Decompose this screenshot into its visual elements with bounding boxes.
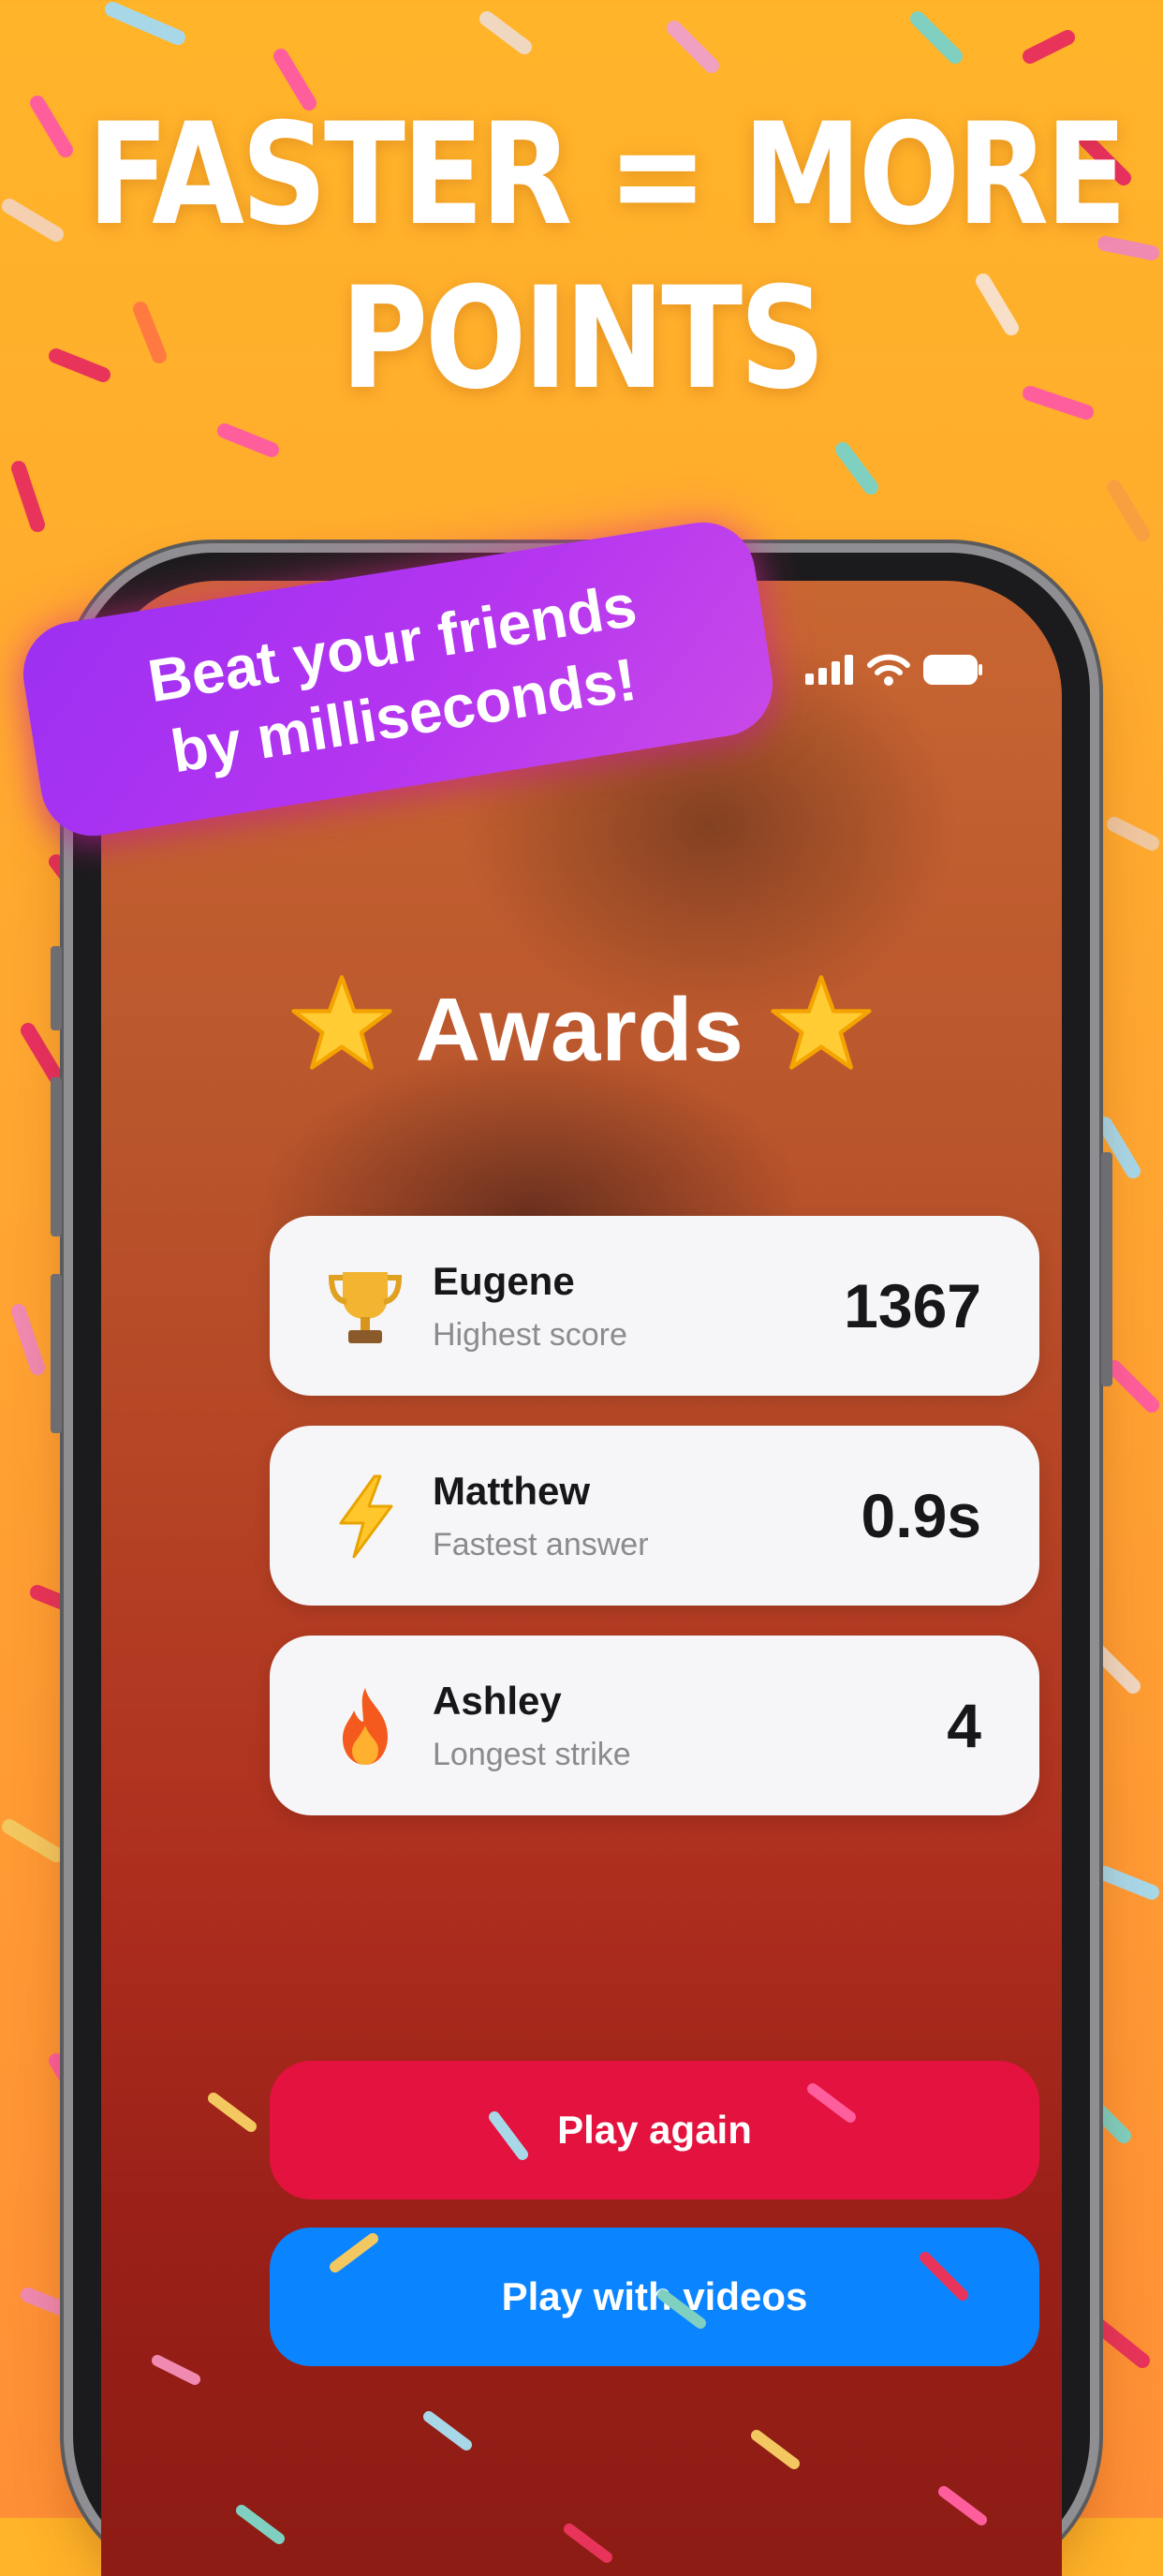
play-with-videos-button[interactable]: Play with videos xyxy=(270,2228,1039,2366)
award-winner-name: Ashley xyxy=(433,1679,562,1723)
fire-icon xyxy=(343,1688,388,1765)
phone-volume-down-button xyxy=(51,1274,62,1433)
headline-line-1: FASTER = MORE xyxy=(87,94,1127,257)
award-winner-name: Eugene xyxy=(433,1259,575,1303)
play-again-button[interactable]: Play again xyxy=(270,2061,1039,2199)
star-icon xyxy=(290,975,392,1070)
award-card: Matthew Fastest answer 0.9s xyxy=(270,1426,1039,1606)
star-icon xyxy=(771,975,873,1070)
award-card: Ashley Longest strike 4 xyxy=(270,1636,1039,1815)
award-caption: Longest strike xyxy=(433,1737,631,1772)
awards-title-text: Awards xyxy=(415,980,744,1080)
phone-power-button xyxy=(1101,1152,1112,1386)
status-bar xyxy=(805,654,983,686)
phone-side-button xyxy=(51,946,62,1030)
award-card: Eugene Highest score 1367 xyxy=(270,1216,1039,1396)
battery-icon xyxy=(923,655,982,685)
signal-icon xyxy=(805,655,853,685)
award-value: 1367 xyxy=(844,1271,981,1340)
trophy-icon xyxy=(328,1272,403,1343)
award-caption: Highest score xyxy=(433,1317,627,1353)
award-value: 0.9s xyxy=(861,1481,981,1550)
award-winner-name: Matthew xyxy=(433,1469,590,1513)
award-value: 4 xyxy=(947,1691,981,1760)
wifi-icon xyxy=(867,654,910,686)
phone-mockup: Awards Eugene Highest score 1367 Matthew… xyxy=(51,553,1112,2576)
headline-line-2: POINTS xyxy=(340,258,826,421)
award-caption: Fastest answer xyxy=(433,1527,649,1562)
phone-volume-up-button xyxy=(51,1077,62,1236)
headline: FASTER = MORE POINTS xyxy=(87,94,1127,422)
awards-title: Awards xyxy=(101,974,1062,1082)
lightning-icon xyxy=(339,1474,393,1559)
phone-screen: Awards Eugene Highest score 1367 Matthew… xyxy=(101,581,1062,2576)
